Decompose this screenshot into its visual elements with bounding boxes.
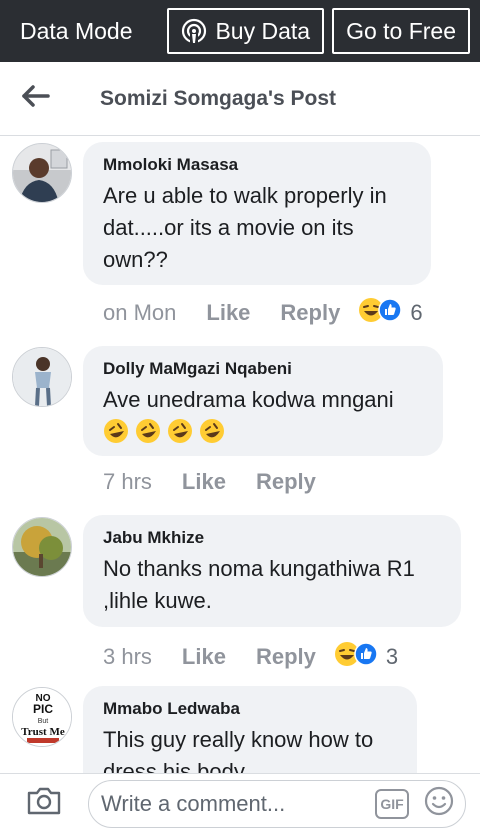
comment-time[interactable]: 3 hrs: [103, 644, 152, 670]
reply-button[interactable]: Reply: [256, 644, 316, 670]
avatar[interactable]: [12, 517, 72, 577]
comment-actions: on Mon Like Reply 6: [103, 297, 423, 329]
comment-text: This guy really know how to dress his bo…: [103, 727, 374, 773]
like-thumb-icon: [378, 298, 403, 328]
avatar-text-trust: Trust Me: [21, 726, 65, 738]
arrow-left-icon: [22, 85, 50, 112]
avatar[interactable]: [12, 347, 72, 407]
avatar-text-pic: PIC: [33, 702, 53, 716]
buy-data-button[interactable]: Buy Data: [167, 8, 325, 54]
comment-bubble: Dolly MaMgazi Nqabeni Ave unedrama kodwa…: [83, 346, 443, 456]
reactions-summary[interactable]: 6: [358, 297, 423, 329]
rofl-emoji-icon: [167, 418, 193, 449]
smiley-icon[interactable]: [423, 785, 455, 822]
like-button[interactable]: Like: [182, 644, 226, 670]
comment-actions: 7 hrs Like Reply: [103, 469, 316, 495]
buy-data-label: Buy Data: [215, 17, 311, 44]
avatar[interactable]: NO PIC But Trust Me: [12, 687, 72, 747]
go-to-free-label: Go to Free: [346, 17, 456, 44]
rofl-emoji-icon: [135, 418, 161, 449]
like-button[interactable]: Like: [206, 300, 250, 326]
rofl-emoji-icon: [199, 418, 225, 449]
back-button[interactable]: [0, 62, 100, 136]
comments-list[interactable]: Mmoloki Masasa Are u able to walk proper…: [0, 137, 480, 773]
reaction-count: 6: [410, 300, 423, 325]
comment-author[interactable]: Jabu Mkhize: [103, 527, 441, 549]
emoji-row: [103, 418, 423, 449]
data-mode-bar: Data Mode Buy Data Go to Free: [0, 0, 480, 62]
comment-time[interactable]: on Mon: [103, 300, 176, 326]
page-title: Somizi Somgaga's Post: [100, 86, 337, 110]
comment-author[interactable]: Mmabo Ledwaba: [103, 698, 397, 720]
comment-bubble: Mmabo Ledwaba This guy really know how t…: [83, 686, 417, 773]
like-button[interactable]: Like: [182, 469, 226, 495]
reactions-summary[interactable]: 3: [334, 641, 398, 673]
comment-text: Are u able to walk properly in dat.....o…: [103, 183, 387, 272]
comment-text: Ave unedrama kodwa mngani: [103, 387, 394, 412]
data-mode-label: Data Mode: [20, 17, 133, 44]
camera-icon: [26, 786, 62, 821]
rofl-emoji-icon: [103, 418, 129, 449]
podcast-icon: [181, 18, 207, 44]
like-thumb-icon: [354, 642, 378, 672]
comment-author[interactable]: Mmoloki Masasa: [103, 154, 411, 176]
gif-button[interactable]: GIF: [375, 788, 409, 819]
avatar-text-but: But: [38, 718, 49, 725]
reply-button[interactable]: Reply: [280, 300, 340, 326]
camera-button[interactable]: [0, 774, 88, 833]
comment-bubble: Mmoloki Masasa Are u able to walk proper…: [83, 142, 431, 285]
comment-text: No thanks noma kungathiwa R1 ,lihle kuwe…: [103, 556, 415, 613]
comment-bubble: Jabu Mkhize No thanks noma kungathiwa R1…: [83, 515, 461, 627]
comment-input-container: GIF: [88, 779, 466, 828]
comment-author[interactable]: Dolly MaMgazi Nqabeni: [103, 358, 423, 380]
go-to-free-button[interactable]: Go to Free: [332, 8, 470, 54]
reaction-count: 3: [385, 644, 399, 669]
reply-button[interactable]: Reply: [256, 469, 316, 495]
comment-composer: GIF: [0, 773, 480, 833]
avatar[interactable]: [12, 143, 72, 203]
comment-input[interactable]: [101, 790, 375, 817]
comment-actions: 3 hrs Like Reply 3: [103, 641, 398, 673]
comment-time[interactable]: 7 hrs: [103, 469, 152, 495]
post-header: Somizi Somgaga's Post: [0, 62, 480, 136]
